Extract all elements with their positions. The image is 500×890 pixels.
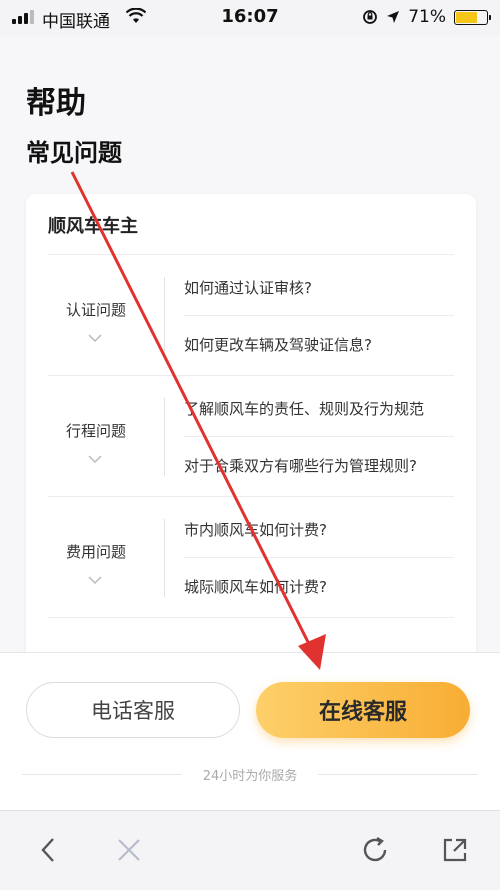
faq-question[interactable]: 如何更改车辆及驾驶证信息? [184,334,372,355]
location-icon [387,11,400,23]
faq-question[interactable]: 对于合乘双方有哪些行为管理规则? [184,455,417,476]
browser-toolbar [0,810,500,890]
close-icon[interactable] [114,835,144,865]
share-icon[interactable] [440,835,470,865]
refresh-icon[interactable] [360,835,390,865]
faq-question[interactable]: 市内顺风车如何计费? [184,519,327,540]
back-icon[interactable] [34,835,64,865]
chevron-down-icon[interactable] [88,573,102,587]
category-label[interactable]: 认证问题 [48,299,144,320]
chevron-down-icon[interactable] [88,452,102,466]
rotation-lock-icon [363,10,378,24]
faq-question[interactable]: 了解顺风车的责任、规则及行为规范 [184,398,424,419]
faq-heading: 常见问题 [26,139,122,167]
category-label[interactable]: 费用问题 [48,541,144,562]
page-title: 帮助 [26,86,86,121]
contact-sheet: 电话客服 在线客服 24小时为你服务 [0,652,500,811]
faq-group-trip: 行程问题 了解顺风车的责任、规则及行为规范 对于合乘双方有哪些行为管理规则? [48,376,454,497]
category-label[interactable]: 行程问题 [48,420,144,441]
online-service-button[interactable]: 在线客服 [256,682,470,738]
faq-group-fee: 费用问题 市内顺风车如何计费? 城际顺风车如何计费? [48,497,454,618]
card-title: 顺风车车主 [48,216,138,237]
faq-question[interactable]: 如何通过认证审核? [184,277,312,298]
faq-card: 顺风车车主 认证问题 如何通过认证审核? 如何更改车辆及驾驶证信息? 行程问题 … [26,194,476,674]
faq-question[interactable]: 城际顺风车如何计费? [184,576,327,597]
phone-service-button[interactable]: 电话客服 [26,682,240,738]
battery-icon [454,9,491,25]
chevron-down-icon[interactable] [88,331,102,345]
faq-group-auth: 认证问题 如何通过认证审核? 如何更改车辆及驾驶证信息? [48,255,454,376]
status-bar: 中国联通 16:07 71% [0,0,500,36]
service-hours-note: 24小时为你服务 [202,769,298,784]
battery-percent: 71% [408,7,446,27]
